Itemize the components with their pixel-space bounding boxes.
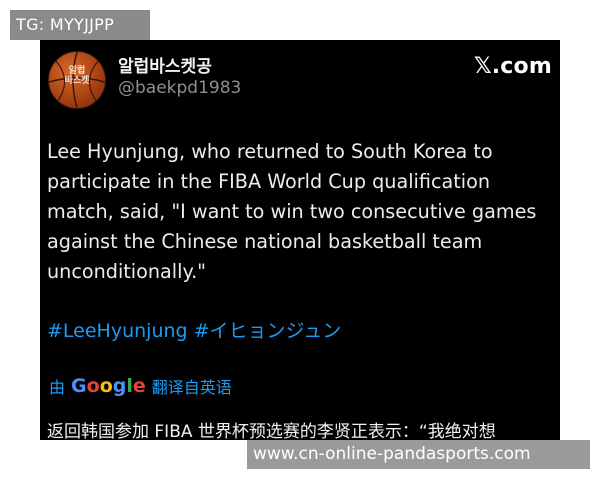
post-body-line: unconditionally.": [47, 260, 206, 283]
google-letter: o: [99, 375, 113, 397]
google-letter: g: [112, 375, 127, 397]
post-body: Lee Hyunjung, who returned to South Kore…: [47, 137, 557, 287]
translate-link[interactable]: 由 Google 翻译自英语: [49, 374, 232, 398]
watermark-url: www.cn-online-pandasports.com: [247, 440, 590, 469]
avatar-label: 알럽 바스켓: [64, 66, 90, 86]
hashtag-links[interactable]: #LeeHyunjung #イヒョンジュン: [47, 316, 341, 343]
post-body-line: against the Chinese national basketball …: [47, 230, 483, 253]
user-handle[interactable]: @baekpd1983: [118, 78, 241, 98]
overlay-tag: TG: MYYJJPP: [10, 10, 150, 40]
basketball-avatar-icon[interactable]: 알럽 바스켓: [48, 51, 106, 109]
x-logo-icon[interactable]: 𝕏.com: [474, 54, 552, 79]
display-name[interactable]: 알럽바스켓공: [118, 52, 212, 77]
translate-prefix: 由: [49, 378, 66, 397]
post-body-line: participate in the FIBA World Cup qualif…: [47, 170, 491, 193]
translate-suffix: 翻译自英语: [151, 378, 232, 397]
google-letter: o: [86, 375, 100, 397]
translated-text: 返回韩国参加 FIBA 世界杯预选赛的李贤正表示：“我绝对想: [47, 422, 496, 440]
google-logo: Google: [71, 375, 146, 397]
post-body-line: Lee Hyunjung, who returned to South Kore…: [47, 140, 493, 163]
post-card: 알럽 바스켓 알럽바스켓공 @baekpd1983 𝕏.com Lee Hyun…: [40, 40, 560, 440]
post-body-line: match, said, "I want to win two consecut…: [47, 200, 537, 223]
google-letter: G: [71, 375, 87, 397]
google-letter: e: [132, 375, 146, 397]
